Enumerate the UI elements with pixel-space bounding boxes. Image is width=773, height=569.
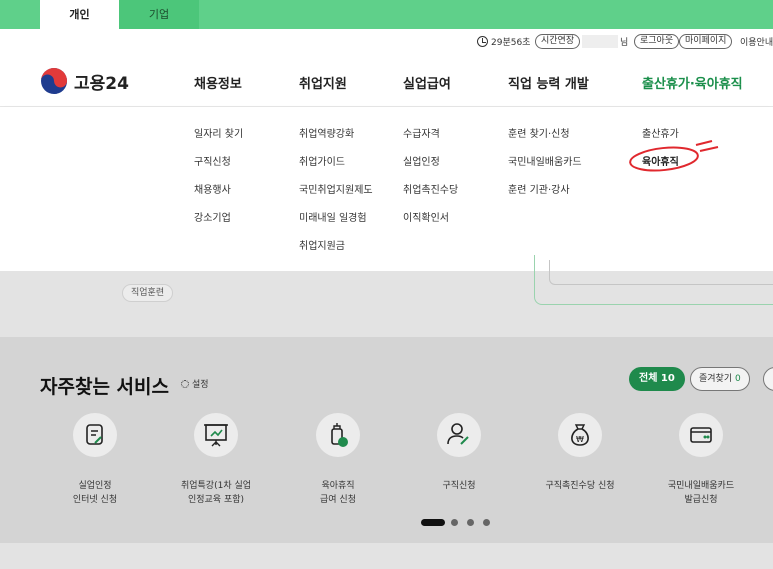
service-parental-leave-benefit[interactable]: 육아휴직 급여 신청 [283, 413, 393, 507]
filter-all-button[interactable]: 전체 10 [629, 367, 685, 391]
service-learning-card-issue[interactable]: 국민내일배움카드 발급신청 [646, 413, 756, 507]
submenu-employment-subsidy[interactable]: 취업지원금 [299, 237, 345, 252]
service-icon-circle [73, 413, 117, 457]
presentation-board-icon [204, 424, 228, 447]
nav-employment-support[interactable]: 취업지원 [299, 73, 347, 92]
carousel-dot-3[interactable] [467, 519, 474, 526]
label-line1: 육아휴직 [321, 481, 355, 491]
label-line1: 실업인정 [78, 481, 112, 491]
settings-button[interactable]: 설정 [181, 377, 209, 390]
money-bag-icon: ₩ [571, 424, 589, 446]
settings-label: 설정 [192, 380, 209, 390]
submenu-learning-card[interactable]: 국민내일배움카드 [508, 153, 582, 168]
submenu-training-search[interactable]: 훈련 찾기·신청 [508, 125, 570, 140]
page-bottom [0, 543, 773, 569]
submenu-eligibility[interactable]: 수급자격 [403, 125, 440, 140]
service-label: 구직촉진수당 신청 [525, 479, 635, 493]
document-edit-icon [86, 424, 103, 445]
user-suffix: 님 [620, 38, 629, 48]
carousel-dot-2[interactable] [451, 519, 458, 526]
service-label: 육아휴직 급여 신청 [283, 479, 393, 507]
service-icon-circle: ₩ [558, 413, 602, 457]
submenu-unemployment-recognition[interactable]: 실업인정 [403, 153, 440, 168]
card-icon [690, 427, 712, 443]
frequent-services-section: 자주찾는 서비스 설정 전체 10 즐겨찾기 0 실업인정 인터넷 신청 취업특… [0, 337, 773, 543]
carousel-dot-1[interactable] [421, 519, 445, 526]
submenu-national-employment-support[interactable]: 국민취업지원제도 [299, 181, 373, 196]
person-edit-icon [447, 423, 469, 445]
tab-business[interactable]: 기업 [119, 0, 199, 29]
carousel-dot-4[interactable] [483, 519, 490, 526]
submenu-strong-small-company[interactable]: 강소기업 [194, 209, 231, 224]
service-label: 실업인정 인터넷 신청 [40, 479, 150, 507]
utility-bar: 29분56초 시간연장 님 로그아웃 마이페이지 이용안내 [0, 29, 773, 55]
label-line2: 인터넷 신청 [72, 495, 118, 505]
service-icon-circle [194, 413, 238, 457]
annotation-highlight-icon [629, 140, 719, 172]
service-icon-circle [679, 413, 723, 457]
nav-vocational-training[interactable]: 직업 능력 개발 [508, 73, 589, 92]
submenu-job-search[interactable]: 일자리 찾기 [194, 125, 243, 140]
label-line2: 급여 신청 [320, 495, 356, 505]
service-label: 취업특강(1차 실업 인정교육 포함) [161, 479, 271, 507]
submenu-capacity-building[interactable]: 취업역량강화 [299, 125, 354, 140]
label-line1: 구직촉진수당 신청 [545, 481, 615, 491]
mega-menu: 일자리 찾기 구직신청 채용행사 강소기업 취업역량강화 취업가이드 국민취업지… [0, 107, 773, 271]
submenu-training-institution[interactable]: 훈련 기관·강사 [508, 181, 570, 196]
filter-favorites-button[interactable]: 즐겨찾기 0 [690, 367, 750, 391]
submenu-separation-certificate[interactable]: 이직확인서 [403, 209, 449, 224]
section-title: 자주찾는 서비스 [40, 376, 169, 398]
service-label: 국민내일배움카드 발급신청 [646, 479, 756, 507]
filter-more-button[interactable] [763, 367, 773, 391]
chip-vocational-training[interactable]: 직업훈련 [122, 284, 174, 302]
service-icon-circle [316, 413, 360, 457]
submenu-reemployment-allowance[interactable]: 취업촉진수당 [403, 181, 458, 196]
svg-text:₩: ₩ [576, 435, 584, 444]
service-icon-circle [437, 413, 481, 457]
global-nav: 고용24 채용정보 취업지원 실업급여 직업 능력 개발 출산휴가·육아휴직 [0, 55, 773, 107]
extend-session-button[interactable]: 시간연장 [535, 34, 581, 49]
dimmed-input [549, 260, 773, 285]
user-name-masked [582, 35, 618, 48]
nav-maternity-parental-leave[interactable]: 출산휴가·육아휴직 [642, 73, 743, 92]
service-employment-lecture[interactable]: 취업특강(1차 실업 인정교육 포함) [161, 413, 271, 507]
nav-unemployment-benefit[interactable]: 실업급여 [403, 73, 451, 92]
logo-taegeuk-icon [41, 68, 67, 94]
service-job-seeking-allowance[interactable]: ₩ 구직촉진수당 신청 [525, 413, 635, 493]
clock-icon [477, 36, 488, 47]
service-label: 구직신청 [404, 479, 514, 493]
label-line1: 구직신청 [442, 481, 476, 491]
favorites-count: 0 [735, 374, 741, 384]
service-unemployment-recognition[interactable]: 실업인정 인터넷 신청 [40, 413, 150, 507]
submenu-employment-guide[interactable]: 취업가이드 [299, 153, 345, 168]
nav-job-info[interactable]: 채용정보 [194, 73, 242, 92]
submenu-job-application[interactable]: 구직신청 [194, 153, 231, 168]
site-logo[interactable]: 고용24 [40, 67, 129, 95]
guide-link[interactable]: 이용안내 [740, 35, 773, 48]
label-line1: 국민내일배움카드 [667, 481, 735, 491]
label-line2: 인정교육 포함) [187, 495, 245, 505]
submenu-job-fair[interactable]: 채용행사 [194, 181, 231, 196]
label-line2: 발급신청 [684, 495, 718, 505]
label-line1: 취업특강(1차 실업 [180, 481, 252, 491]
submenu-work-experience[interactable]: 미래내일 일경험 [299, 209, 367, 224]
mypage-button[interactable]: 마이페이지 [679, 34, 733, 49]
tab-personal[interactable]: 개인 [40, 0, 119, 29]
logout-button[interactable]: 로그아웃 [634, 34, 680, 49]
logo-text: 고용24 [74, 73, 129, 94]
service-job-application[interactable]: 구직신청 [404, 413, 514, 493]
gear-icon [181, 380, 189, 388]
session-timer: 29분56초 [491, 38, 531, 48]
baby-bottle-icon [331, 423, 348, 447]
favorites-label: 즐겨찾기 [699, 374, 733, 384]
